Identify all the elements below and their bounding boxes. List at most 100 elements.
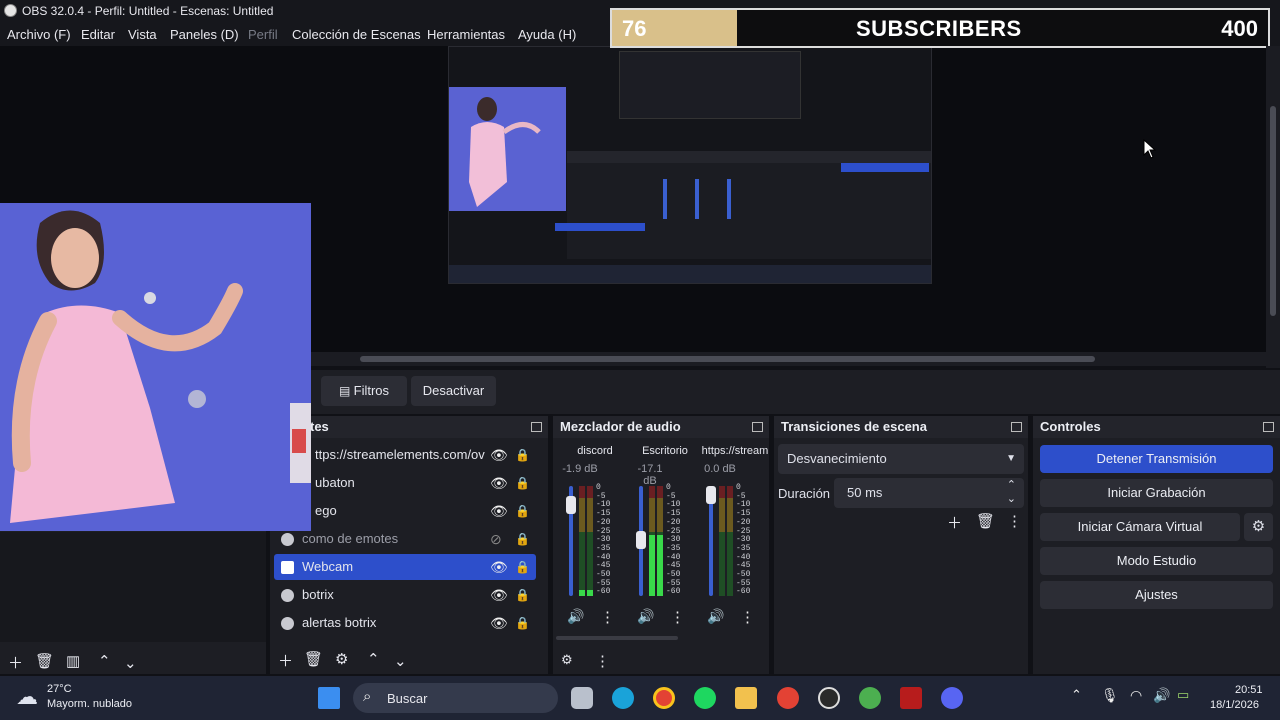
mixer-menu-icon[interactable]: ⋮ bbox=[595, 652, 610, 670]
fader-knob[interactable] bbox=[706, 486, 716, 504]
channel-menu-icon[interactable]: ⋮ bbox=[670, 608, 685, 626]
virtual-camera-settings-gear-icon[interactable]: ⚙ bbox=[1244, 513, 1273, 541]
float-dock-icon[interactable] bbox=[752, 422, 763, 432]
clock-time[interactable]: 20:51 bbox=[1235, 684, 1263, 696]
eye-icon[interactable]: 👁 bbox=[490, 554, 508, 580]
lock-icon[interactable]: 🔒 bbox=[515, 498, 530, 524]
speaker-icon[interactable]: 🔊 bbox=[567, 608, 584, 625]
clock-date[interactable]: 18/1/2026 bbox=[1210, 699, 1259, 711]
discord-icon[interactable] bbox=[941, 687, 963, 709]
source-properties-icon[interactable]: ⚙ bbox=[335, 650, 348, 668]
scene-up-icon[interactable]: ⌃ bbox=[98, 652, 111, 670]
remove-transition-icon[interactable]: 🗑 bbox=[976, 512, 995, 530]
lock-icon[interactable]: 🔒 bbox=[515, 554, 530, 580]
wifi-icon[interactable]: ◠ bbox=[1130, 687, 1142, 704]
lock-icon[interactable]: 🔒 bbox=[515, 582, 530, 608]
fader-knob[interactable] bbox=[566, 496, 576, 514]
chrome-icon[interactable] bbox=[653, 687, 675, 709]
menu-archivo[interactable]: Archivo (F) bbox=[7, 27, 71, 42]
mixer-title: Mezclador de audio bbox=[560, 419, 681, 434]
search-icon: ⌕ bbox=[363, 688, 372, 705]
float-dock-icon[interactable] bbox=[1011, 422, 1022, 432]
source-item[interactable]: ego 👁 🔒 bbox=[274, 498, 536, 524]
float-dock-icon[interactable] bbox=[1263, 422, 1274, 432]
eye-icon[interactable]: 👁 bbox=[490, 498, 508, 524]
menu-coleccion-escenas[interactable]: Colección de Escenas bbox=[292, 27, 421, 42]
scene-down-icon[interactable]: ⌄ bbox=[124, 654, 137, 672]
obs-taskbar-icon[interactable] bbox=[818, 687, 840, 709]
remove-scene-icon[interactable]: 🗑 bbox=[35, 652, 54, 670]
eye-icon[interactable]: 👁 bbox=[490, 582, 508, 608]
eye-hidden-icon[interactable]: ⊘ bbox=[490, 526, 502, 552]
lock-icon[interactable]: 🔒 bbox=[515, 610, 530, 636]
battery-icon[interactable]: ▭ bbox=[1177, 687, 1189, 703]
lock-icon[interactable]: 🔒 bbox=[515, 470, 530, 496]
start-virtual-camera-button[interactable]: Iniciar Cámara Virtual bbox=[1040, 513, 1240, 541]
source-item[interactable]: ttps://streamelements.com/ov 👁 🔒 bbox=[274, 442, 536, 468]
subscriber-current-count: 76 bbox=[622, 16, 647, 41]
menu-vista[interactable]: Vista bbox=[128, 27, 157, 42]
float-dock-icon[interactable] bbox=[531, 422, 542, 432]
source-down-icon[interactable]: ⌄ bbox=[394, 652, 407, 670]
eye-icon[interactable]: 👁 bbox=[490, 442, 508, 468]
eye-icon[interactable]: 👁 bbox=[490, 610, 508, 636]
settings-button[interactable]: Ajustes bbox=[1040, 581, 1273, 609]
menu-ayuda[interactable]: Ayuda (H) bbox=[518, 27, 576, 42]
stop-stream-button[interactable]: Detener Transmisión bbox=[1040, 445, 1273, 473]
source-label: botrix bbox=[302, 587, 334, 602]
windows-start-icon[interactable] bbox=[318, 687, 340, 709]
tray-overflow-chevron-icon[interactable]: ⌃ bbox=[1071, 687, 1082, 703]
source-item[interactable]: alertas botrix 👁 🔒 bbox=[274, 610, 536, 636]
add-source-icon[interactable]: ＋ bbox=[278, 650, 293, 671]
spin-down-icon[interactable]: ⌄ bbox=[1007, 484, 1016, 514]
transition-select[interactable]: Desvanecimiento ▼ bbox=[778, 444, 1024, 474]
microphone-icon[interactable]: 🎙 bbox=[1101, 687, 1119, 704]
fader-knob[interactable] bbox=[636, 531, 646, 549]
lock-icon[interactable]: 🔒 bbox=[515, 526, 530, 552]
chrome-alt-icon[interactable] bbox=[859, 687, 881, 709]
meter-tick-label: -60 bbox=[736, 587, 751, 597]
edge-browser-icon[interactable] bbox=[612, 687, 634, 709]
speaker-icon[interactable]: 🔊 bbox=[637, 608, 654, 625]
preview-vertical-scrollbar[interactable] bbox=[1266, 46, 1280, 368]
add-transition-icon[interactable]: ＋ bbox=[947, 512, 962, 533]
eye-icon[interactable]: 👁 bbox=[490, 470, 508, 496]
duration-spinbox[interactable]: 50 ms ⌃ ⌄ bbox=[834, 478, 1024, 508]
source-up-icon[interactable]: ⌃ bbox=[367, 650, 380, 668]
scenes-list[interactable] bbox=[0, 532, 266, 642]
channel-menu-icon[interactable]: ⋮ bbox=[740, 608, 755, 626]
menu-perfil[interactable]: Perfil bbox=[248, 27, 278, 42]
channel-name: https://stream bbox=[701, 445, 769, 457]
volume-icon[interactable]: 🔊 bbox=[1153, 687, 1170, 704]
start-recording-button[interactable]: Iniciar Grabación bbox=[1040, 479, 1273, 507]
deactivate-button[interactable]: Desactivar bbox=[411, 376, 496, 406]
lock-icon[interactable]: 🔒 bbox=[515, 442, 530, 468]
menu-herramientas[interactable]: Herramientas bbox=[427, 27, 505, 42]
nested-inner-window bbox=[619, 51, 801, 119]
weather-temperature[interactable]: 27°C bbox=[47, 683, 72, 695]
chrome-profile-icon[interactable] bbox=[777, 687, 799, 709]
menu-editar[interactable]: Editar bbox=[81, 27, 115, 42]
game-app-icon[interactable] bbox=[900, 687, 922, 709]
mixer-scrollbar[interactable] bbox=[556, 636, 678, 640]
source-item-selected[interactable]: Webcam 👁 🔒 bbox=[274, 554, 536, 580]
spotify-icon[interactable] bbox=[694, 687, 716, 709]
taskbar-search[interactable]: ⌕ Buscar bbox=[353, 683, 558, 713]
transition-menu-icon[interactable]: ⋮ bbox=[1007, 512, 1022, 530]
channel-menu-icon[interactable]: ⋮ bbox=[600, 608, 615, 626]
add-scene-icon[interactable]: ＋ bbox=[8, 652, 23, 673]
source-item[interactable]: ubaton 👁 🔒 bbox=[274, 470, 536, 496]
mixer-settings-icon[interactable]: ⚙ bbox=[561, 652, 573, 668]
filters-button[interactable]: ▤ Filtros bbox=[321, 376, 407, 406]
source-item[interactable]: como de emotes ⊘ 🔒 bbox=[274, 526, 536, 552]
weather-description[interactable]: Mayorm. nublado bbox=[47, 698, 132, 710]
studio-mode-button[interactable]: Modo Estudio bbox=[1040, 547, 1273, 575]
scene-filters-icon[interactable]: ▥ bbox=[66, 652, 80, 670]
menu-paneles[interactable]: Paneles (D) bbox=[170, 27, 239, 42]
task-view-icon[interactable] bbox=[571, 687, 593, 709]
file-explorer-icon[interactable] bbox=[735, 687, 757, 709]
source-item[interactable]: botrix 👁 🔒 bbox=[274, 582, 536, 608]
remove-source-icon[interactable]: 🗑 bbox=[304, 650, 323, 668]
speaker-icon[interactable]: 🔊 bbox=[707, 608, 724, 625]
mixer-dock-header: Mezclador de audio bbox=[553, 416, 769, 438]
